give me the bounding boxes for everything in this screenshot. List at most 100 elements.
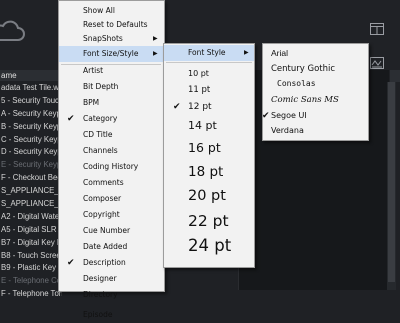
file-row[interactable]: F - Checkout Beep <box>0 172 62 185</box>
menu-item-label: 18 pt <box>188 164 224 180</box>
menu-item-comments[interactable]: Comments <box>59 175 164 191</box>
menu-item-label: 20 pt <box>188 188 226 204</box>
file-row[interactable]: A5 - Digital SLR Ca <box>0 224 62 237</box>
font-style-option[interactable]: Comic Sans MS <box>263 92 368 108</box>
menu-item-copyright[interactable]: Copyright <box>59 207 164 223</box>
font-style-submenu: Arial Century Gothic Consolas Comic Sans MS… <box>262 43 369 141</box>
menu-item-font-style[interactable]: Font Style ▶ <box>164 45 254 61</box>
font-style-option[interactable]: Arial <box>263 45 368 61</box>
menu-item-label: Channels <box>83 146 118 155</box>
menu-item-bpm[interactable]: BPM <box>59 95 164 111</box>
panel-view-icon[interactable] <box>370 22 384 40</box>
file-row[interactable]: S_APPLIANCE_BEE <box>0 185 62 198</box>
menu-item-directory[interactable]: Directory <box>59 287 164 303</box>
font-size-option[interactable]: 24 pt <box>164 233 254 259</box>
font-size-option[interactable]: 10 pt <box>164 65 254 82</box>
menu-item-coding-history[interactable]: Coding History <box>59 159 164 175</box>
file-row[interactable]: adata Test Tile.wav <box>0 82 62 95</box>
menu-item-label: Description <box>83 258 126 267</box>
file-row[interactable]: A2 - Digital Water <box>0 211 62 224</box>
menu-separator <box>166 62 252 63</box>
menu-item-label: Date Added <box>83 242 128 251</box>
menu-item-font-size-style[interactable]: Font Size/Style ▶ <box>59 46 164 62</box>
menu-item-artist[interactable]: Artist <box>59 63 164 79</box>
file-row[interactable]: E - Security Keypa <box>0 159 62 172</box>
file-row[interactable]: B9 - Plastic Key Bu <box>0 262 62 275</box>
font-style-option[interactable]: Century Gothic <box>263 61 368 77</box>
menu-item-label: 10 pt <box>188 69 209 78</box>
menu-item-label: Font Size/Style <box>83 49 139 58</box>
menu-item-label: CD Title <box>83 130 113 139</box>
submenu-arrow-icon: ▶ <box>244 49 249 56</box>
menu-item-label: Comments <box>83 178 124 187</box>
menu-item-category[interactable]: Category ✔ <box>59 111 164 127</box>
submenu-arrow-icon: ▶ <box>153 50 158 57</box>
menu-item-label: 11 pt <box>188 85 211 95</box>
submenu-arrow-icon: ▶ <box>153 35 158 42</box>
column-header-name[interactable]: ame <box>0 70 62 81</box>
menu-item-date-added[interactable]: Date Added <box>59 239 164 255</box>
scrollbar-thumb[interactable] <box>388 82 395 282</box>
menu-item-label: Cue Number <box>83 226 131 235</box>
font-size-submenu: Font Style ▶ 10 pt 11 pt 12 pt ✔ 14 pt 16 pt 18 … <box>163 43 255 268</box>
menu-item-label: 14 pt <box>188 119 217 132</box>
menu-item-channels[interactable]: Channels <box>59 143 164 159</box>
scrollbar[interactable] <box>387 82 396 290</box>
menu-item-label: Artist <box>83 66 104 75</box>
menu-item-label: Episode <box>83 310 113 319</box>
menu-item-label: 16 pt <box>188 140 221 155</box>
menu-item-label: Category <box>83 114 118 123</box>
menu-item-label: 24 pt <box>188 236 232 255</box>
file-row[interactable]: D - Security Keypa <box>0 146 62 159</box>
menu-item-label: Coding History <box>83 162 139 171</box>
column-context-menu: Show All Reset to Defaults SnapShots ▶ Font … <box>58 0 165 319</box>
font-size-option[interactable]: 14 pt <box>164 116 254 136</box>
menu-item-label: BPM <box>83 98 100 107</box>
font-style-option[interactable]: Verdana <box>263 123 368 139</box>
menu-item-cd-title[interactable]: CD Title <box>59 127 164 143</box>
menu-item-label: 12 pt <box>188 102 212 112</box>
menu-item-label: Bit Depth <box>83 82 119 91</box>
file-row[interactable]: B8 - Touch Screen <box>0 250 62 263</box>
menu-item-label: Composer <box>83 194 122 203</box>
check-icon: ✔ <box>173 102 181 112</box>
menu-item-composer[interactable]: Composer <box>59 191 164 207</box>
file-row[interactable]: F - Telephone Ton <box>0 288 62 301</box>
file-row[interactable]: C - Security Keypa <box>0 134 62 147</box>
menu-item-label: Verdana <box>271 126 304 135</box>
font-size-option[interactable]: 12 pt ✔ <box>164 99 254 116</box>
menu-item-designer[interactable]: Designer <box>59 271 164 287</box>
file-list: adata Test Tile.wav 5 - Security Touch A -… <box>0 82 62 301</box>
menu-item-episode[interactable]: Episode <box>59 307 164 323</box>
file-row[interactable]: 5 - Security Touch <box>0 95 62 108</box>
menu-item-label: SnapShots <box>83 34 123 43</box>
check-icon: ✔ <box>262 111 270 121</box>
menu-item-label: Copyright <box>83 210 120 219</box>
menu-item-label: Century Gothic <box>271 64 336 74</box>
font-style-option[interactable]: Segoe UI ✔ <box>262 108 368 124</box>
font-size-option[interactable]: 22 pt <box>164 209 254 233</box>
menu-item-label: Font Style <box>188 48 226 57</box>
menu-item-description[interactable]: Description ✔ <box>59 255 164 271</box>
font-style-option[interactable]: Consolas <box>263 76 368 92</box>
menu-item-label: Comic Sans MS <box>271 95 339 105</box>
menu-item-label: Segoe UI <box>271 111 307 120</box>
menu-item-label: Directory <box>83 290 118 299</box>
check-icon: ✔ <box>67 114 75 124</box>
menu-item-cue-number[interactable]: Cue Number <box>59 223 164 239</box>
font-size-option[interactable]: 16 pt <box>164 136 254 160</box>
font-size-option[interactable]: 20 pt <box>164 184 254 209</box>
cloud-icon[interactable] <box>0 18 30 51</box>
file-row[interactable]: B7 - Digital Key Be <box>0 237 62 250</box>
menu-item-bit-depth[interactable]: Bit Depth <box>59 79 164 95</box>
menu-item-label: Designer <box>83 274 117 283</box>
check-icon: ✔ <box>67 258 75 268</box>
header-corner <box>390 70 400 82</box>
file-row[interactable]: S_APPLIANCE_BEE <box>0 198 62 211</box>
file-row[interactable]: A - Security Keypa <box>0 108 62 121</box>
font-size-option[interactable]: 18 pt <box>164 160 254 184</box>
file-row[interactable]: E - Telephone Con <box>0 275 62 288</box>
menu-item-snapshots[interactable]: SnapShots ▶ <box>59 31 164 47</box>
font-size-option[interactable]: 11 pt <box>164 82 254 99</box>
file-row[interactable]: B - Security Keypa <box>0 121 62 134</box>
